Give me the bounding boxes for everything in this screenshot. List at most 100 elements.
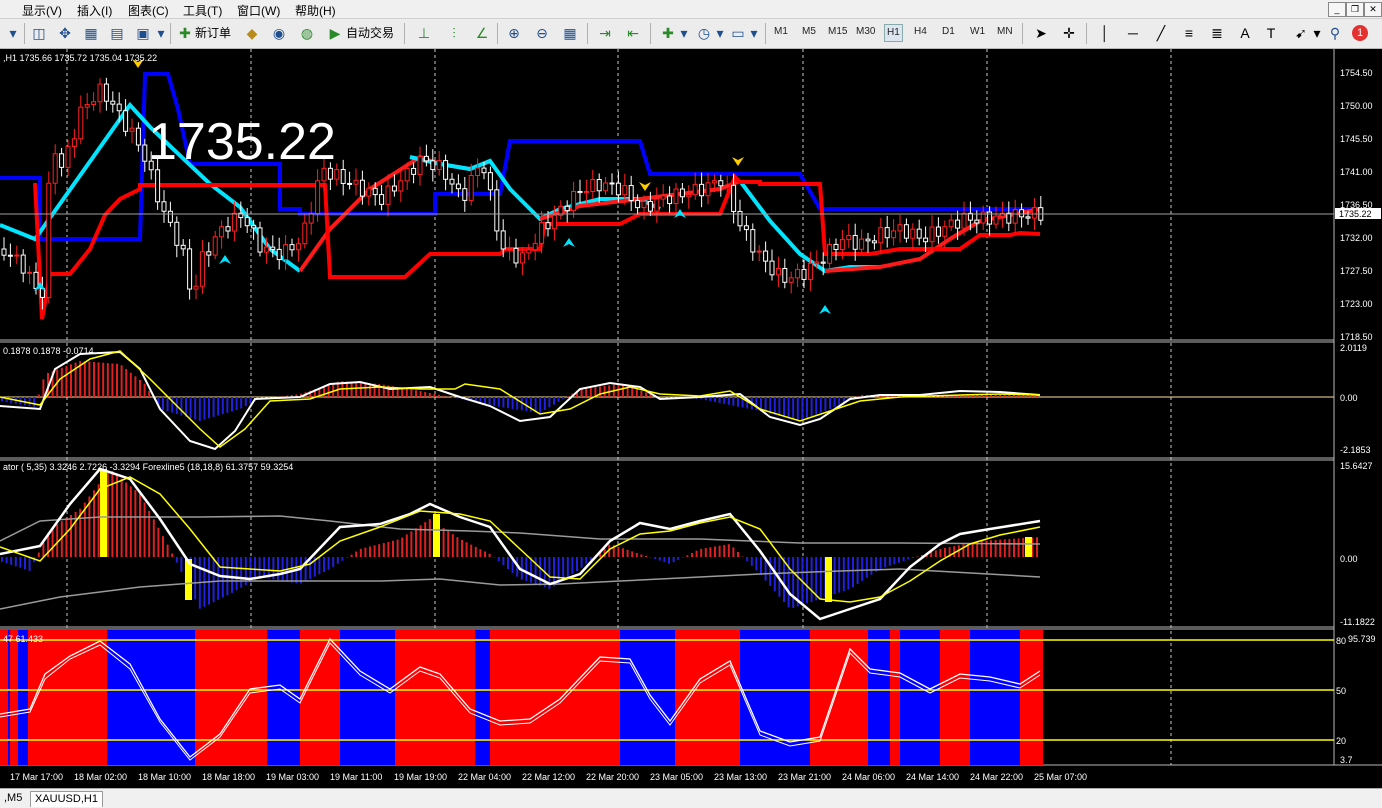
candle-body	[596, 179, 602, 192]
menu-view[interactable]: 显示(V)	[22, 2, 62, 19]
tile-windows-icon[interactable]: ▦	[561, 24, 579, 42]
candle-body	[916, 228, 922, 239]
candle-body	[372, 187, 378, 196]
svg-text:1727.50: 1727.50	[1340, 266, 1373, 276]
timeframe-h4[interactable]: H4	[914, 26, 927, 37]
candle-body	[756, 250, 762, 253]
timeframe-m30[interactable]: M30	[856, 26, 875, 37]
trendline-icon[interactable]: ╱	[1152, 24, 1170, 42]
candle-body	[411, 167, 417, 175]
candle-body	[545, 222, 551, 230]
minimize-icon[interactable]: _	[1328, 2, 1346, 17]
timeframe-mn[interactable]: MN	[997, 26, 1013, 37]
candle-body	[628, 185, 634, 201]
candle-body	[641, 200, 647, 209]
chart-canvas: ,H1 1735.66 1735.72 1735.04 1735.22 1735…	[0, 49, 1382, 787]
candle-body	[46, 182, 52, 298]
chart-list-icon[interactable]: ▾	[4, 24, 22, 42]
menu-tools[interactable]: 工具(T)	[183, 2, 222, 19]
crosshair-icon[interactable]: ✛	[1060, 24, 1078, 42]
candle-body	[935, 226, 941, 237]
candle-body	[769, 260, 775, 276]
candle-body	[212, 236, 218, 256]
data-window-icon[interactable]: ▦	[82, 24, 100, 42]
candle-body	[865, 238, 871, 242]
text-label-icon[interactable]: A	[1236, 24, 1254, 42]
svg-text:80: 80	[1336, 636, 1346, 646]
terminal-icon[interactable]: ▣	[134, 24, 152, 42]
candle-body	[705, 182, 711, 197]
candle-body	[353, 179, 359, 185]
community-icon[interactable]: ◉	[270, 24, 288, 42]
bar-chart-icon[interactable]: ⊥	[415, 24, 433, 42]
periods-dropdown-icon[interactable]: ▾	[711, 24, 729, 42]
new-order-icon[interactable]: ✚	[176, 24, 194, 42]
cursor-icon[interactable]: ➤	[1032, 24, 1050, 42]
timeframe-m1[interactable]: M1	[774, 26, 788, 37]
candle-body	[961, 212, 967, 229]
zoom-out-icon[interactable]: ⊖	[533, 24, 551, 42]
candle-body	[609, 182, 615, 185]
svg-text:23 Mar 13:00: 23 Mar 13:00	[714, 772, 767, 782]
menu-window[interactable]: 窗口(W)	[237, 2, 280, 19]
chart-window[interactable]: ,H1 1735.66 1735.72 1735.04 1735.22 1735…	[0, 49, 1382, 787]
restore-icon[interactable]: ❐	[1346, 2, 1364, 17]
candle-body	[795, 268, 801, 279]
candle-body	[295, 243, 301, 251]
candlestick-icon[interactable]: ⫶	[445, 24, 463, 42]
timeframe-w1[interactable]: W1	[970, 26, 985, 37]
trend-band	[900, 630, 940, 765]
candle-body	[673, 188, 679, 205]
menu-charts[interactable]: 图表(C)	[128, 2, 169, 19]
new-order-button[interactable]: 新订单	[195, 24, 231, 42]
candle-body	[603, 182, 609, 192]
vertical-line-icon[interactable]: │	[1096, 24, 1114, 42]
price-axis: 1754.50 1750.00 1745.50 1741.00 1736.50 …	[1340, 68, 1373, 342]
text-tool-icon[interactable]: T	[1262, 24, 1280, 42]
templates-dropdown-icon[interactable]: ▾	[745, 24, 763, 42]
trend-band	[490, 630, 530, 765]
svg-text:1718.50: 1718.50	[1340, 332, 1373, 342]
timeframe-d1[interactable]: D1	[942, 26, 955, 37]
candle-body	[801, 268, 807, 280]
candle-body	[308, 213, 314, 224]
notifications-badge[interactable]: 1	[1352, 25, 1368, 41]
candle-body	[775, 268, 781, 276]
fibonacci-icon[interactable]: ≣	[1208, 24, 1226, 42]
svg-text:22 Mar 20:00: 22 Mar 20:00	[586, 772, 639, 782]
auto-scroll-icon[interactable]: ⇥	[596, 24, 614, 42]
chart-tab-xauusd-h1[interactable]: XAUUSD,H1	[30, 791, 103, 807]
navigator-icon[interactable]: ✥	[56, 24, 74, 42]
candle-body	[20, 254, 26, 274]
timeframe-m5[interactable]: M5	[802, 26, 816, 37]
timeframe-m15[interactable]: M15	[828, 26, 847, 37]
zoom-in-icon[interactable]: ⊕	[505, 24, 523, 42]
candle-body	[948, 219, 954, 228]
candle-body	[167, 210, 173, 223]
chart-shift-icon[interactable]: ⇤	[624, 24, 642, 42]
menu-help[interactable]: 帮助(H)	[295, 2, 336, 19]
chart-tab-m5[interactable]: ,M5	[0, 791, 26, 806]
horizontal-line-icon[interactable]: ─	[1124, 24, 1142, 42]
panel2-header: 0.1878 0.1878 -0.0714	[3, 346, 94, 356]
line-chart-icon[interactable]: ∠	[473, 24, 491, 42]
signals-icon[interactable]: ◍	[298, 24, 316, 42]
indicators-dropdown-icon[interactable]: ▾	[675, 24, 693, 42]
arrows-dropdown-icon[interactable]: ▾	[1308, 24, 1326, 42]
menu-insert[interactable]: 插入(I)	[77, 2, 112, 19]
svg-text:18 Mar 10:00: 18 Mar 10:00	[138, 772, 191, 782]
candle-body	[513, 247, 519, 264]
close-icon[interactable]: ✕	[1364, 2, 1382, 17]
strategy-tester-icon[interactable]: ▾	[152, 24, 170, 42]
candle-body	[443, 160, 449, 180]
candle-body	[187, 248, 193, 290]
auto-trading-icon[interactable]: ▶	[326, 24, 344, 42]
profiles-icon[interactable]: ◫	[30, 24, 48, 42]
candle-body	[897, 224, 903, 232]
search-icon[interactable]: ⚲	[1326, 24, 1344, 42]
meta-editor-icon[interactable]: ◆	[243, 24, 261, 42]
timeframe-h1[interactable]: H1	[884, 24, 903, 42]
auto-trading-button[interactable]: 自动交易	[346, 24, 394, 42]
market-watch-icon[interactable]: ▤	[108, 24, 126, 42]
equidistant-channel-icon[interactable]: ≡	[1180, 24, 1198, 42]
